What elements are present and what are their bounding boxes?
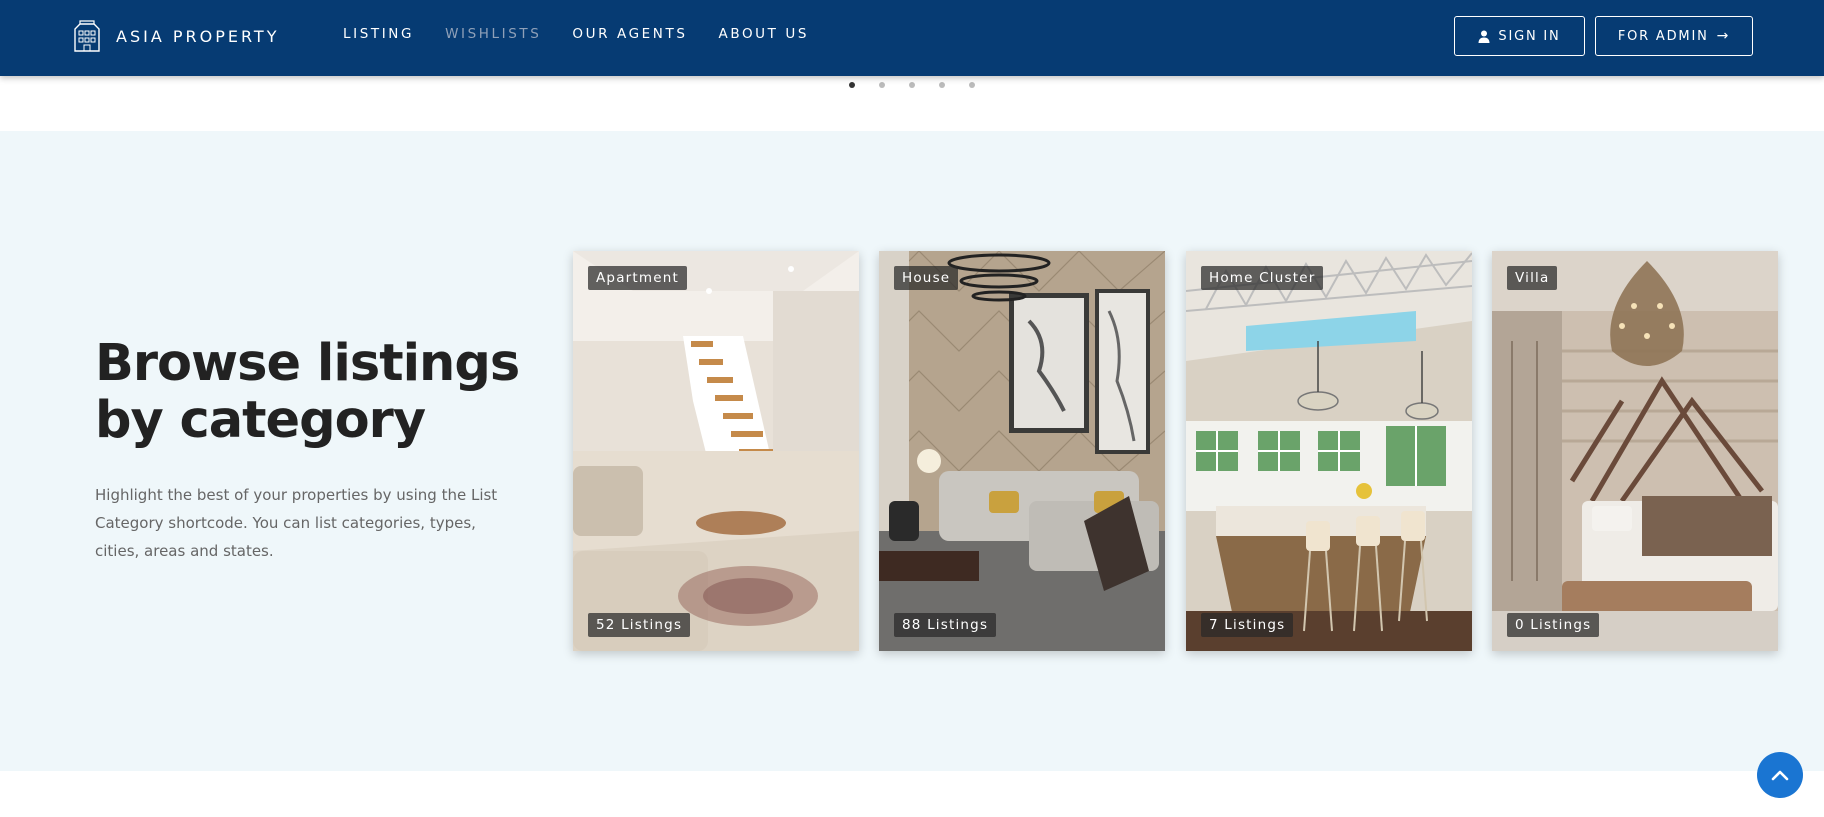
carousel-dot-1[interactable]	[849, 82, 855, 88]
category-card-home-cluster[interactable]: Home Cluster 7 Listings	[1186, 251, 1472, 651]
category-count: 52 Listings	[588, 613, 691, 637]
chevron-up-icon	[1771, 770, 1789, 781]
nav-about-us[interactable]: ABOUT US	[719, 26, 810, 42]
category-card-apartment[interactable]: Apartment 52 Listings	[573, 251, 859, 651]
house-image	[879, 251, 1165, 651]
main-nav: LISTING WISHLISTS OUR AGENTS ABOUT US	[343, 26, 840, 42]
apartment-image	[573, 251, 859, 651]
category-count: 88 Listings	[894, 613, 997, 637]
category-name: House	[894, 266, 959, 290]
carousel-dot-5[interactable]	[969, 82, 975, 88]
section-heading: Browse listings by category	[95, 334, 520, 450]
category-count: 7 Listings	[1201, 613, 1294, 637]
site-header: ASIA PROPERTY LISTING WISHLISTS OUR AGEN…	[0, 0, 1824, 76]
carousel-pagination	[849, 82, 999, 88]
nav-wishlists[interactable]: WISHLISTS	[445, 26, 541, 42]
carousel-dot-2[interactable]	[879, 82, 885, 88]
sign-in-button[interactable]: SIGN IN	[1454, 16, 1585, 56]
section-description: Highlight the best of your properties by…	[95, 486, 498, 560]
user-icon	[1478, 30, 1490, 43]
carousel-dot-3[interactable]	[909, 82, 915, 88]
nav-our-agents[interactable]: OUR AGENTS	[572, 26, 687, 42]
brand-name: ASIA PROPERTY	[116, 26, 280, 46]
category-name: Home Cluster	[1201, 266, 1324, 290]
home-cluster-image	[1186, 251, 1472, 651]
building-icon	[74, 20, 100, 52]
arrow-right-icon: →	[1716, 28, 1731, 44]
category-name: Apartment	[588, 266, 688, 290]
for-admin-button[interactable]: FOR ADMIN →	[1595, 16, 1753, 56]
category-card-house[interactable]: House 88 Listings	[879, 251, 1165, 651]
villa-image	[1492, 251, 1778, 651]
brand-logo[interactable]: ASIA PROPERTY	[72, 20, 279, 52]
scroll-to-top-button[interactable]	[1757, 752, 1803, 798]
category-card-villa[interactable]: Villa 0 Listings	[1492, 251, 1778, 651]
sign-in-label: SIGN IN	[1498, 28, 1561, 44]
category-count: 0 Listings	[1507, 613, 1600, 637]
nav-listing[interactable]: LISTING	[343, 26, 414, 42]
carousel-dot-4[interactable]	[939, 82, 945, 88]
category-name: Villa	[1507, 266, 1558, 290]
for-admin-label: FOR ADMIN	[1617, 28, 1709, 44]
